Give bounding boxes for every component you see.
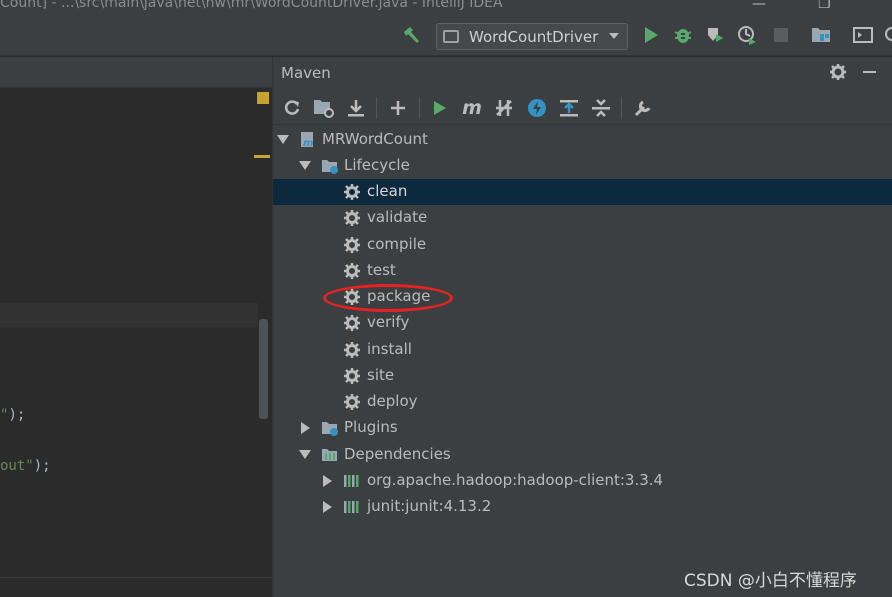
execute-maven-goal-icon[interactable]: m [461, 97, 483, 119]
tree-node-project[interactable]: m MRWordCount [273, 127, 892, 153]
watermark: CSDN @小白不懂程序 [684, 571, 857, 591]
project-name: MRWordCount [322, 130, 428, 148]
toolbar-separator [621, 97, 622, 119]
chevron-down-icon [609, 33, 619, 39]
dependencies-label: Dependencies [344, 445, 451, 463]
hide-panel-button[interactable] [863, 71, 876, 73]
tree-node-dependencies[interactable]: Dependencies [273, 442, 892, 468]
run-maven-build-icon[interactable] [429, 97, 451, 119]
lifecycle-label: Lifecycle [344, 156, 410, 174]
goal-label: verify [367, 313, 410, 331]
dependency-item[interactable]: org.apache.hadoop:hadoop-client:3.3.4 [273, 468, 892, 494]
collapsed-arrow-icon[interactable] [301, 422, 310, 434]
expand-arrow-icon[interactable] [299, 450, 311, 459]
toggle-offline-icon[interactable] [493, 97, 515, 119]
lifecycle-goal-install[interactable]: install [273, 337, 892, 363]
run-icon[interactable] [640, 24, 662, 46]
goal-label: install [367, 340, 412, 358]
dependency-label: org.apache.hadoop:hadoop-client:3.3.4 [367, 471, 664, 489]
add-project-icon[interactable] [387, 97, 409, 119]
dependencies-folder-icon [321, 446, 339, 464]
restore-button[interactable]: ❐ [818, 0, 831, 12]
dependency-label: junit:junit:4.13.2 [367, 497, 492, 515]
goal-label: site [367, 366, 395, 384]
main-toolbar: WordCountDriver [0, 14, 892, 56]
gear-icon [343, 314, 361, 332]
lifecycle-goal-validate[interactable]: validate [273, 205, 892, 231]
collapse-all-icon[interactable] [590, 97, 612, 119]
editor-bottom-bar [0, 577, 272, 597]
plugins-label: Plugins [344, 418, 398, 436]
current-line-highlight [0, 303, 258, 327]
stop-icon[interactable] [770, 24, 792, 46]
lifecycle-goal-verify[interactable]: verify [273, 310, 892, 336]
coverage-icon[interactable] [704, 24, 726, 46]
maven-tool-window: Maven m m MRWordCount Lifecycle clean va… [273, 57, 892, 597]
lifecycle-folder-icon [321, 157, 339, 175]
lifecycle-goal-clean[interactable]: clean [273, 179, 892, 205]
gear-icon [343, 209, 361, 227]
collapsed-arrow-icon[interactable] [323, 501, 332, 513]
download-sources-icon[interactable] [345, 97, 367, 119]
run-configuration-select[interactable]: WordCountDriver [436, 23, 628, 50]
goal-label: validate [367, 208, 428, 226]
goal-label: compile [367, 235, 427, 253]
maven-project-icon: m [299, 131, 317, 149]
project-structure-icon[interactable] [810, 24, 832, 46]
maven-settings-wrench-icon[interactable] [632, 97, 654, 119]
warning-marker [257, 92, 269, 104]
tree-node-lifecycle[interactable]: Lifecycle [273, 153, 892, 179]
gear-icon [343, 236, 361, 254]
reload-icon[interactable] [281, 97, 303, 119]
code-editor[interactable]: "); out"); [0, 57, 272, 597]
lifecycle-goal-compile[interactable]: compile [273, 232, 892, 258]
run-configuration-label: WordCountDriver [469, 27, 599, 46]
window-title: Count] - ...\src\main\java\net\hw\mr\Wor… [0, 0, 503, 11]
gear-icon [343, 183, 361, 201]
application-icon [443, 30, 459, 43]
title-bar: Count] - ...\src\main\java\net\hw\mr\Wor… [0, 0, 892, 14]
maven-title: Maven [281, 64, 331, 82]
maven-header: Maven [273, 57, 892, 89]
gear-icon [343, 393, 361, 411]
library-icon [343, 472, 361, 490]
profile-icon[interactable] [736, 24, 758, 46]
gear-icon [343, 262, 361, 280]
gear-icon [343, 341, 361, 359]
settings-gear-icon[interactable] [829, 63, 847, 85]
expand-arrow-icon[interactable] [299, 161, 311, 170]
svg-text:m: m [303, 138, 313, 149]
dependency-item[interactable]: junit:junit:4.13.2 [273, 494, 892, 520]
lifecycle-goal-deploy[interactable]: deploy [273, 389, 892, 415]
goal-label: deploy [367, 392, 418, 410]
toolbar-separator [419, 97, 420, 119]
collapsed-arrow-icon[interactable] [323, 475, 332, 487]
annotation-circle [323, 284, 453, 312]
hammer-icon[interactable] [400, 24, 422, 46]
tree-node-plugins[interactable]: Plugins [273, 415, 892, 441]
skip-tests-icon[interactable] [526, 97, 548, 119]
expand-arrow-icon[interactable] [277, 135, 289, 144]
debug-icon[interactable] [672, 24, 694, 46]
editor-scrollbar[interactable] [259, 319, 268, 419]
maven-toolbar: m [273, 89, 892, 125]
goal-label: test [367, 261, 396, 279]
lifecycle-goal-site[interactable]: site [273, 363, 892, 389]
generate-sources-icon[interactable] [313, 97, 335, 119]
plugins-folder-icon [321, 419, 339, 437]
search-icon[interactable] [882, 24, 892, 46]
minimize-button[interactable]: — [752, 0, 766, 12]
code-line: out"); [0, 458, 51, 474]
gear-icon [343, 367, 361, 385]
goal-label: clean [367, 182, 408, 200]
library-icon [343, 498, 361, 516]
error-stripe-marker [254, 155, 270, 158]
code-line: "); [0, 407, 26, 423]
editor-tab-bar [0, 57, 272, 88]
show-dependencies-icon[interactable] [558, 97, 580, 119]
lifecycle-goal-test[interactable]: test [273, 258, 892, 284]
toolbar-separator [376, 97, 377, 119]
terminal-icon[interactable] [852, 24, 874, 46]
